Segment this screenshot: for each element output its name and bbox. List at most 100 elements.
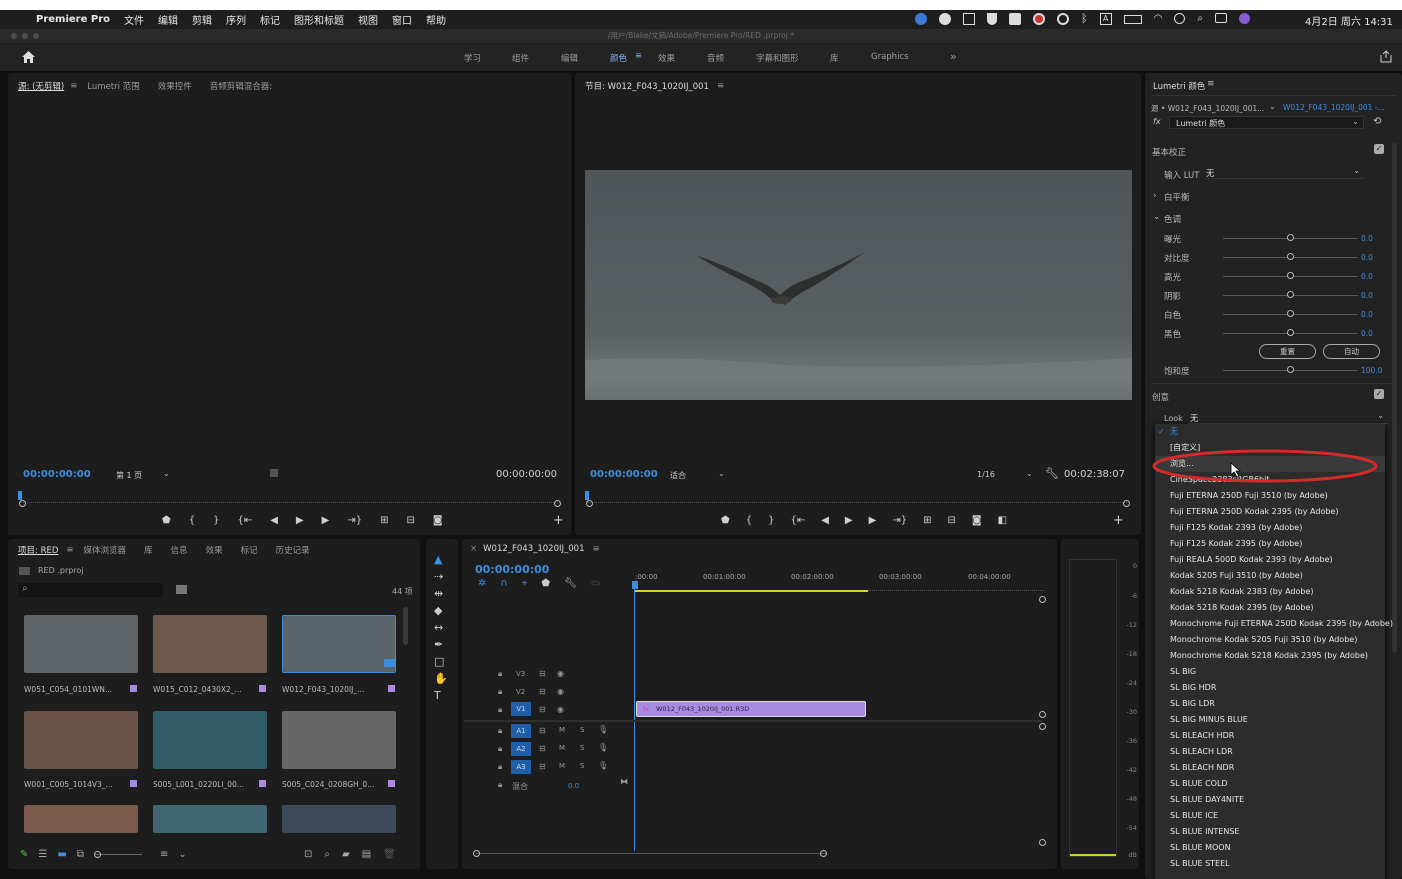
close-window-button[interactable]	[11, 33, 17, 39]
zoom-end-handle[interactable]	[1123, 500, 1130, 507]
lock-track-icon[interactable]: 🔒︎	[498, 669, 502, 679]
tone-toggle[interactable]: 色调	[1164, 213, 1181, 225]
program-time-ruler[interactable]	[587, 493, 1127, 503]
menu-file[interactable]: 文件	[124, 12, 144, 27]
tab-info[interactable]: 信息	[171, 544, 188, 556]
chevron-down-icon[interactable]: ⌄	[718, 469, 725, 478]
section-basic-correction[interactable]: 基本校正	[1152, 146, 1186, 158]
mark-out-icon[interactable]: }	[213, 515, 219, 526]
contrast-value[interactable]: 0.0	[1361, 253, 1373, 262]
auto-button[interactable]: 自动	[1323, 344, 1380, 359]
menu-item-look[interactable]: Kodak 5205 Fuji 3510 (by Adobe)	[1155, 568, 1385, 584]
fit-selector[interactable]: 适合	[670, 470, 686, 481]
tab-source[interactable]: 源: (无剪辑)	[18, 80, 64, 92]
step-back-icon[interactable]: ◀	[270, 515, 278, 526]
add-marker-icon[interactable]: ⬟	[721, 515, 730, 526]
captions-icon[interactable]: ▭	[591, 578, 600, 589]
play-icon[interactable]: ▶	[845, 515, 853, 526]
new-bin-icon[interactable]: ▰	[342, 849, 350, 860]
vertical-scroll-handle[interactable]	[1039, 723, 1046, 730]
microphone-icon[interactable]: 🎙︎	[598, 725, 608, 734]
zoom-end-handle[interactable]	[820, 850, 827, 857]
menu-item-look[interactable]: SL BIG MINUS BLUE	[1155, 712, 1385, 728]
program-video-frame[interactable]	[585, 170, 1132, 400]
linked-selection-icon[interactable]: ⌖	[522, 578, 528, 589]
clip-thumbnail[interactable]	[282, 711, 396, 769]
menu-graphics[interactable]: 图形和标题	[294, 12, 344, 27]
selection-tool-icon[interactable]: ▲	[434, 553, 448, 566]
pencil-icon[interactable]: ✎	[20, 849, 28, 860]
exposure-slider-knob[interactable]	[1287, 234, 1294, 241]
label-color-chip[interactable]	[259, 780, 266, 787]
sync-lock-icon[interactable]: ⊟	[539, 744, 546, 753]
workspace-libraries[interactable]: 库	[830, 52, 839, 64]
lock-track-icon[interactable]: 🔒︎	[498, 726, 502, 736]
tab-lumetri-scopes[interactable]: Lumetri 范围	[87, 80, 139, 92]
zoom-slider-knob[interactable]	[93, 851, 101, 858]
trash-icon[interactable]: 🗑︎	[383, 849, 396, 860]
bluetooth-icon[interactable]: ᛒ	[1081, 13, 1088, 25]
add-button-icon[interactable]: +	[1113, 513, 1124, 528]
lumetri-title[interactable]: Lumetri 颜色	[1153, 80, 1205, 92]
blacks-value[interactable]: 0.0	[1361, 329, 1373, 338]
go-to-out-icon[interactable]: ⇥}	[892, 515, 907, 526]
hand-tool-icon[interactable]: ✋	[434, 672, 448, 685]
panel-menu-icon[interactable]: ≡	[66, 545, 73, 555]
mix-value[interactable]: 0.0	[568, 782, 579, 790]
tab-audio-clip-mixer[interactable]: 音频剪辑混合器:	[210, 80, 272, 92]
resolution-selector[interactable]: 1/16	[977, 470, 995, 479]
chevron-down-icon[interactable]: ⌄	[178, 849, 186, 860]
mute-button[interactable]: M	[559, 726, 565, 734]
settings-wrench-icon[interactable]: 🔧︎	[1045, 467, 1059, 480]
clip-thumbnail[interactable]	[153, 615, 267, 673]
settings-wrench-icon[interactable]: 🔧︎	[564, 578, 577, 589]
mark-in-icon[interactable]: {	[746, 515, 752, 526]
menu-view[interactable]: 视图	[358, 12, 378, 27]
lock-track-icon[interactable]: 🔒︎	[498, 780, 502, 790]
gear-icon[interactable]	[1057, 13, 1069, 25]
menu-item-look[interactable]: SL BLEACH LDR	[1155, 744, 1385, 760]
saturation-slider-knob[interactable]	[1287, 366, 1294, 373]
eye-icon[interactable]: ◉	[557, 687, 564, 696]
icon-view-icon[interactable]: ▬	[57, 849, 66, 860]
track-select-tool-icon[interactable]: ⇢	[434, 570, 448, 583]
zoom-window-button[interactable]	[33, 33, 39, 39]
reset-button[interactable]: 重置	[1259, 344, 1316, 359]
menu-markers[interactable]: 标记	[260, 12, 280, 27]
microphone-icon[interactable]: 🎙︎	[598, 743, 608, 752]
work-area-bar[interactable]	[635, 590, 868, 592]
mark-out-icon[interactable]: }	[768, 515, 774, 526]
clip-thumbnail[interactable]	[282, 805, 396, 833]
wifi-icon[interactable]: ◠	[1154, 13, 1163, 25]
menu-item-look[interactable]: Fuji ETERNA 250D Kodak 2395 (by Adobe)	[1155, 504, 1385, 520]
menu-item-look[interactable]: SL BIG HDR	[1155, 680, 1385, 696]
menu-item-look[interactable]: Kodak 5218 Kodak 2395 (by Adobe)	[1155, 600, 1385, 616]
go-to-in-icon[interactable]: {⇤	[790, 515, 805, 526]
lock-track-icon[interactable]: 🔒︎	[498, 744, 502, 754]
track-label-v3[interactable]: V3	[516, 670, 525, 678]
scrollbar[interactable]	[1392, 143, 1397, 653]
track-label-a1[interactable]: A1	[511, 724, 531, 738]
add-button-icon[interactable]: +	[553, 513, 564, 528]
shield-icon[interactable]	[987, 13, 997, 25]
eye-icon[interactable]: ◉	[557, 705, 564, 714]
freeform-view-icon[interactable]: ⧉	[77, 849, 84, 860]
lock-track-icon[interactable]: 🔒︎	[498, 687, 502, 697]
panel-menu-icon[interactable]: ≡	[593, 544, 600, 554]
program-timecode[interactable]: 00:00:00:00	[590, 469, 658, 480]
mute-button[interactable]: M	[559, 744, 565, 752]
saturation-value[interactable]: 100.0	[1361, 366, 1382, 375]
look-dropdown[interactable]: 无 ⌄	[1188, 411, 1388, 424]
label-color-chip[interactable]	[130, 685, 137, 692]
shadows-value[interactable]: 0.0	[1361, 291, 1373, 300]
battery-icon[interactable]	[1123, 15, 1142, 24]
export-frame-icon[interactable]: ◙	[433, 515, 443, 526]
export-frame-icon[interactable]: ◙	[972, 515, 982, 526]
menu-item-look[interactable]: SL BIG LDR	[1155, 696, 1385, 712]
shadows-slider-knob[interactable]	[1287, 291, 1294, 298]
timeline-clip[interactable]: fx W012_F043_1020IJ_001.R3D	[636, 701, 866, 717]
scrollbar[interactable]	[403, 607, 408, 645]
close-icon[interactable]: ×	[470, 544, 477, 554]
panel-menu-icon[interactable]: ≡	[70, 81, 77, 91]
track-label-a3[interactable]: A3	[511, 760, 531, 774]
